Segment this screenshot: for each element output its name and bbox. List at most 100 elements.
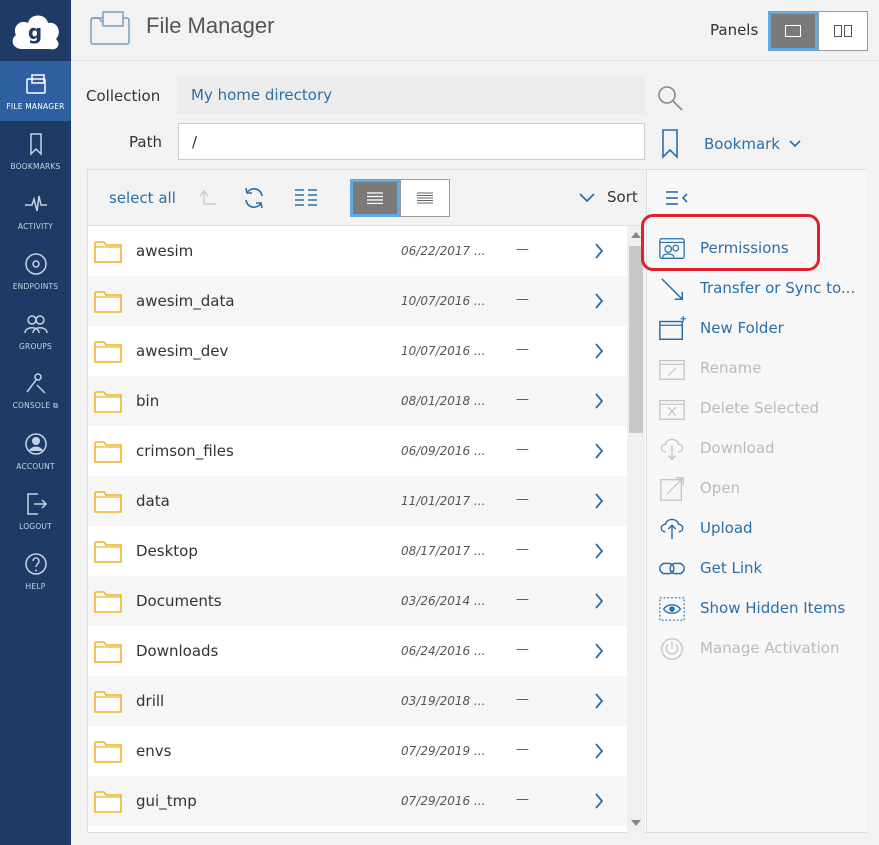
refresh-icon[interactable] (242, 186, 266, 210)
action-new-folder[interactable]: New Folder (647, 309, 868, 349)
eye-icon (659, 597, 685, 621)
file-row[interactable]: crimson_files 06/09/2016 ... — (88, 426, 627, 476)
file-name: Downloads (136, 642, 219, 660)
collapse-panel-icon[interactable] (665, 188, 689, 208)
download-icon (660, 438, 684, 461)
compare-columns-icon[interactable] (294, 187, 318, 207)
activity-icon (24, 195, 47, 211)
file-size: — (516, 442, 529, 457)
action-transfer[interactable]: Transfer or Sync to... (647, 269, 868, 309)
open-icon (660, 477, 684, 501)
nav-item-groups[interactable]: GROUPS (0, 301, 71, 361)
nav-item-label: FILE MANAGER (6, 101, 65, 111)
select-all-link[interactable]: select all (109, 189, 176, 207)
action-download[interactable]: Download (647, 429, 868, 469)
chevron-right-icon[interactable] (594, 392, 604, 410)
file-toolbar: select all Sort (88, 170, 646, 226)
file-date: 06/22/2017 ... (401, 244, 486, 258)
file-list-scrollbar[interactable] (627, 226, 645, 834)
dual-panel-button[interactable] (818, 11, 868, 51)
action-upload[interactable]: Upload (647, 509, 868, 549)
panels-label: Panels (710, 21, 759, 39)
sort-dropdown[interactable]: Sort (607, 188, 638, 206)
chevron-right-icon[interactable] (594, 442, 604, 460)
nav-item-console[interactable]: CONSOLE ⧉ (0, 361, 71, 421)
search-icon[interactable] (656, 84, 684, 112)
action-label: Show Hidden Items (700, 599, 846, 617)
svg-text:g: g (27, 20, 41, 44)
scrollbar-thumb[interactable] (629, 246, 643, 433)
file-row[interactable]: awesim_data 10/07/2016 ... — (88, 276, 627, 326)
nav-item-label: LOGOUT (19, 521, 52, 531)
collection-input[interactable]: My home directory (178, 77, 645, 114)
file-row[interactable]: awesim_dev 10/07/2016 ... — (88, 326, 627, 376)
file-size: — (516, 642, 529, 657)
single-panel-button[interactable] (768, 11, 818, 51)
file-row[interactable]: Desktop 08/17/2017 ... — (88, 526, 627, 576)
file-name: awesim_dev (136, 342, 229, 360)
chevron-right-icon[interactable] (594, 592, 604, 610)
file-date: 03/26/2014 ... (401, 594, 486, 608)
file-list: awesim 06/22/2017 ... — awesim_data 10/07/20… (88, 226, 627, 834)
folder-icon (94, 591, 122, 613)
action-open[interactable]: Open (647, 469, 868, 509)
file-row[interactable]: drill 03/19/2018 ... — (88, 676, 627, 726)
file-date: 06/24/2016 ... (401, 644, 486, 658)
nav-item-logout[interactable]: LOGOUT (0, 481, 71, 541)
file-row[interactable]: bin 08/01/2018 ... — (88, 376, 627, 426)
file-row[interactable]: data 11/01/2017 ... — (88, 476, 627, 526)
action-rename[interactable]: Rename (647, 349, 868, 389)
action-link[interactable]: Get Link (647, 549, 868, 589)
file-row[interactable]: gui_tmp 07/29/2016 ... — (88, 776, 627, 826)
chevron-right-icon[interactable] (594, 642, 604, 660)
action-label: Manage Activation (700, 639, 840, 657)
bookmark-icon[interactable] (661, 129, 679, 159)
nav-item-bookmark[interactable]: BOOKMARKS (0, 121, 71, 181)
globus-logo[interactable]: g (0, 0, 71, 61)
file-size: — (516, 792, 529, 807)
chevron-right-icon[interactable] (594, 742, 604, 760)
action-eye[interactable]: Show Hidden Items (647, 589, 868, 629)
path-input[interactable]: / (178, 123, 645, 160)
file-row[interactable]: envs 07/29/2019 ... — (88, 726, 627, 776)
bookmark-dropdown[interactable]: Bookmark (704, 135, 780, 153)
file-date: 03/19/2018 ... (401, 694, 486, 708)
chevron-down-icon[interactable] (579, 192, 595, 203)
file-size: — (516, 292, 529, 307)
nav-item-endpoint[interactable]: ENDPOINTS (0, 241, 71, 301)
help-icon (24, 552, 47, 575)
file-row[interactable]: Documents 03/26/2014 ... — (88, 576, 627, 626)
action-label: Get Link (700, 559, 763, 577)
file-row[interactable]: Downloads 06/24/2016 ... — (88, 626, 627, 676)
nav-item-help[interactable]: HELP (0, 541, 71, 601)
action-delete[interactable]: Delete Selected (647, 389, 868, 429)
chevron-right-icon[interactable] (594, 792, 604, 810)
nav-item-folder[interactable]: FILE MANAGER (0, 61, 71, 121)
action-label: Open (700, 479, 741, 497)
chevron-right-icon[interactable] (594, 242, 604, 260)
nav-item-label: ENDPOINTS (12, 281, 59, 291)
chevron-right-icon[interactable] (594, 492, 604, 510)
page-title: File Manager (146, 13, 275, 38)
chevron-down-icon[interactable] (789, 139, 801, 149)
action-power[interactable]: Manage Activation (647, 629, 868, 669)
chevron-right-icon[interactable] (594, 542, 604, 560)
nav-item-activity[interactable]: ACTIVITY (0, 181, 71, 241)
chevron-right-icon[interactable] (594, 342, 604, 360)
scroll-up-icon[interactable] (631, 232, 641, 238)
list-view-button[interactable] (350, 179, 400, 217)
folder-icon (94, 341, 122, 363)
file-row[interactable]: awesim 06/22/2017 ... — (88, 226, 627, 276)
up-folder-icon[interactable] (196, 188, 218, 208)
chevron-right-icon[interactable] (594, 292, 604, 310)
nav-item-account[interactable]: ACCOUNT (0, 421, 71, 481)
chevron-right-icon[interactable] (594, 692, 604, 710)
compact-view-button[interactable] (400, 179, 450, 217)
action-label: Upload (700, 519, 753, 537)
file-date: 06/09/2016 ... (401, 444, 486, 458)
scroll-down-icon[interactable] (631, 820, 641, 826)
file-name: crimson_files (136, 442, 234, 460)
file-name: data (136, 492, 170, 510)
collection-label: Collection (86, 87, 161, 105)
new-folder-icon (659, 315, 686, 341)
